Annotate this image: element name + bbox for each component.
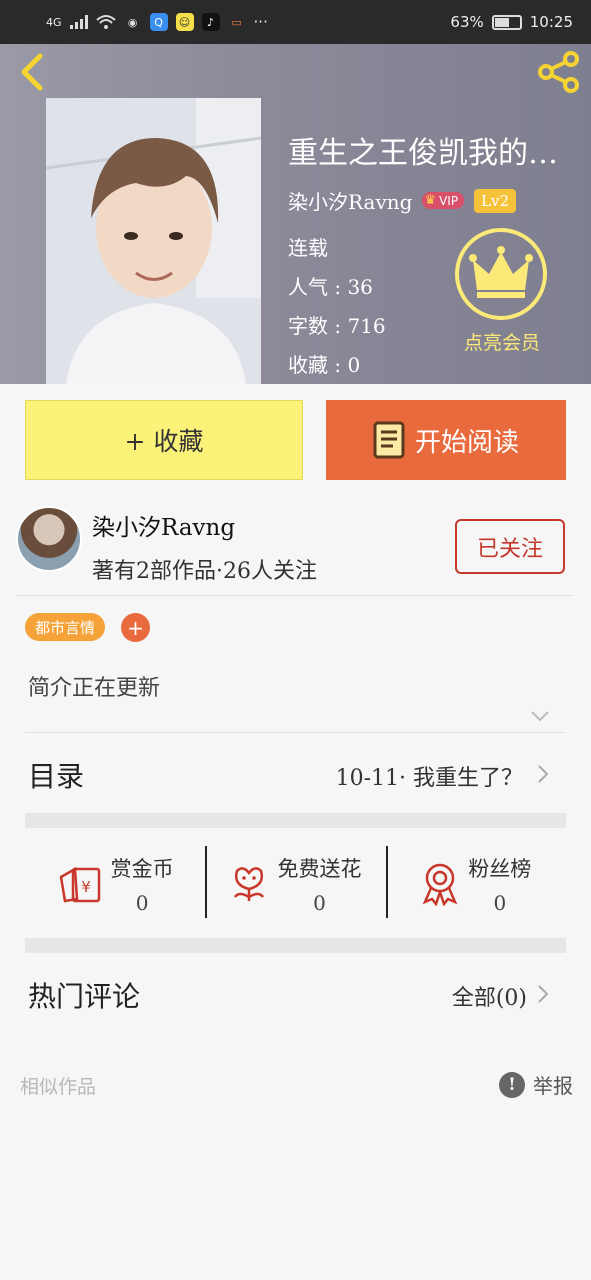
latest-chapter[interactable]: 10-11· 我重生了？ bbox=[336, 760, 523, 792]
support-value: 0 bbox=[493, 891, 507, 915]
author-avatar[interactable] bbox=[16, 506, 82, 572]
cover-portrait-image bbox=[46, 98, 261, 384]
member-crown-circle bbox=[455, 228, 547, 320]
level-badge: Lv2 bbox=[474, 188, 517, 213]
popularity-stat: 人气 : 36 bbox=[288, 275, 373, 299]
support-value: 0 bbox=[135, 891, 149, 915]
status-bar: 4G ◉ Q ☺ ♪ ▭ ··· 63% 10:25 bbox=[0, 0, 591, 44]
qq-browser-icon: Q bbox=[149, 13, 168, 31]
vip-crown-icon: ♛ bbox=[424, 193, 437, 208]
chevron-right-icon[interactable] bbox=[537, 764, 549, 784]
author-meta: 著有2部作品·26人关注 bbox=[92, 559, 317, 584]
section-divider bbox=[25, 938, 566, 953]
signal-icon bbox=[69, 15, 88, 29]
flower-icon bbox=[234, 867, 265, 901]
hot-comments-label: 热门评论 bbox=[28, 980, 141, 1013]
book-header: 重生之王俊凯我的… 染小汐Ravng ♛ VIP Lv2 连载 人气 : 36 字… bbox=[0, 44, 591, 384]
add-tag-button[interactable]: + bbox=[121, 613, 150, 642]
book-title: 重生之王俊凯我的… bbox=[288, 136, 558, 171]
collect-button[interactable]: + 收藏 bbox=[25, 400, 303, 480]
genre-tag[interactable]: 都市言情 bbox=[25, 613, 106, 641]
divider bbox=[16, 595, 574, 596]
medal-icon bbox=[422, 863, 458, 906]
chevron-right-icon[interactable] bbox=[537, 984, 549, 1004]
battery-icon bbox=[491, 14, 522, 30]
all-comments-link[interactable]: 全部(0) bbox=[452, 980, 527, 1012]
wifi-icon bbox=[95, 15, 116, 29]
favorites-stat: 收藏 : 0 bbox=[288, 353, 361, 377]
header-author-name[interactable]: 染小汐Ravng bbox=[288, 186, 412, 215]
video-icon: ▭ bbox=[231, 15, 242, 29]
support-label: 粉丝榜 bbox=[468, 857, 532, 881]
follow-button[interactable]: 已关注 bbox=[455, 519, 565, 574]
share-icon[interactable] bbox=[537, 50, 581, 94]
svg-text:¥: ¥ bbox=[81, 878, 91, 896]
book-stats: 连载 人气 : 36 字数 : 716 收藏 : 0 bbox=[288, 232, 386, 384]
support-label: 免费送花 bbox=[277, 857, 362, 881]
vip-badge: ♛ VIP bbox=[422, 192, 465, 209]
tiktok-icon: ♪ bbox=[201, 13, 220, 31]
serial-status: 连载 bbox=[288, 236, 328, 260]
support-label: 赏金币 bbox=[110, 857, 174, 881]
reward-coins-item[interactable]: ¥ 赏金币 0 bbox=[25, 838, 205, 930]
section-divider bbox=[25, 813, 566, 828]
send-flower-text: 免费送花 0 bbox=[277, 853, 361, 915]
back-arrow-icon[interactable] bbox=[14, 52, 50, 92]
status-right: 63% 10:25 bbox=[450, 13, 573, 31]
battery-percent: 63% bbox=[450, 13, 484, 31]
member-label: 点亮会员 bbox=[463, 332, 540, 354]
vip-label: VIP bbox=[439, 193, 459, 208]
report-button[interactable]: ! 举报 bbox=[499, 1070, 573, 1099]
send-flower-item[interactable]: 免费送花 0 bbox=[205, 838, 385, 930]
red-envelope-icon: ¥ bbox=[59, 866, 100, 903]
word-count-stat: 字数 : 716 bbox=[288, 314, 386, 338]
start-reading-button[interactable]: 开始阅读 bbox=[326, 400, 566, 480]
support-value: 0 bbox=[313, 891, 326, 915]
divider bbox=[25, 732, 566, 733]
network-indicator: 4G bbox=[46, 15, 62, 29]
clock: 10:25 bbox=[529, 13, 573, 31]
start-reading-label: 开始阅读 bbox=[414, 427, 519, 458]
fan-ranking-item[interactable]: 粉丝榜 0 bbox=[385, 838, 566, 930]
member-badge[interactable]: 点亮会员 bbox=[455, 228, 549, 355]
reward-coins-text: 赏金币 0 bbox=[111, 853, 174, 915]
header-author-line: 染小汐Ravng ♛ VIP Lv2 bbox=[288, 186, 517, 215]
chevron-down-icon[interactable] bbox=[530, 708, 550, 724]
more-notifications: ··· bbox=[253, 13, 268, 31]
author-name[interactable]: 染小汐Ravng bbox=[92, 508, 235, 542]
support-row: ¥ 赏金币 0 免费送花 0 粉丝榜 0 bbox=[25, 838, 566, 930]
book-cover[interactable] bbox=[46, 98, 261, 384]
app-notification-icon: ☺ bbox=[175, 13, 194, 31]
report-label: 举报 bbox=[533, 1074, 573, 1098]
fan-ranking-text: 粉丝榜 0 bbox=[468, 853, 531, 915]
status-left: 4G ◉ Q ☺ ♪ ▭ ··· bbox=[46, 13, 268, 31]
similar-works-label: 相似作品 bbox=[20, 1076, 97, 1098]
toc-label[interactable]: 目录 bbox=[28, 755, 84, 795]
book-icon bbox=[373, 421, 405, 459]
book-intro: 简介正在更新 bbox=[28, 676, 161, 701]
qq-icon: ◉ bbox=[127, 15, 138, 29]
crown-icon bbox=[469, 246, 533, 298]
alert-icon: ! bbox=[499, 1071, 525, 1098]
